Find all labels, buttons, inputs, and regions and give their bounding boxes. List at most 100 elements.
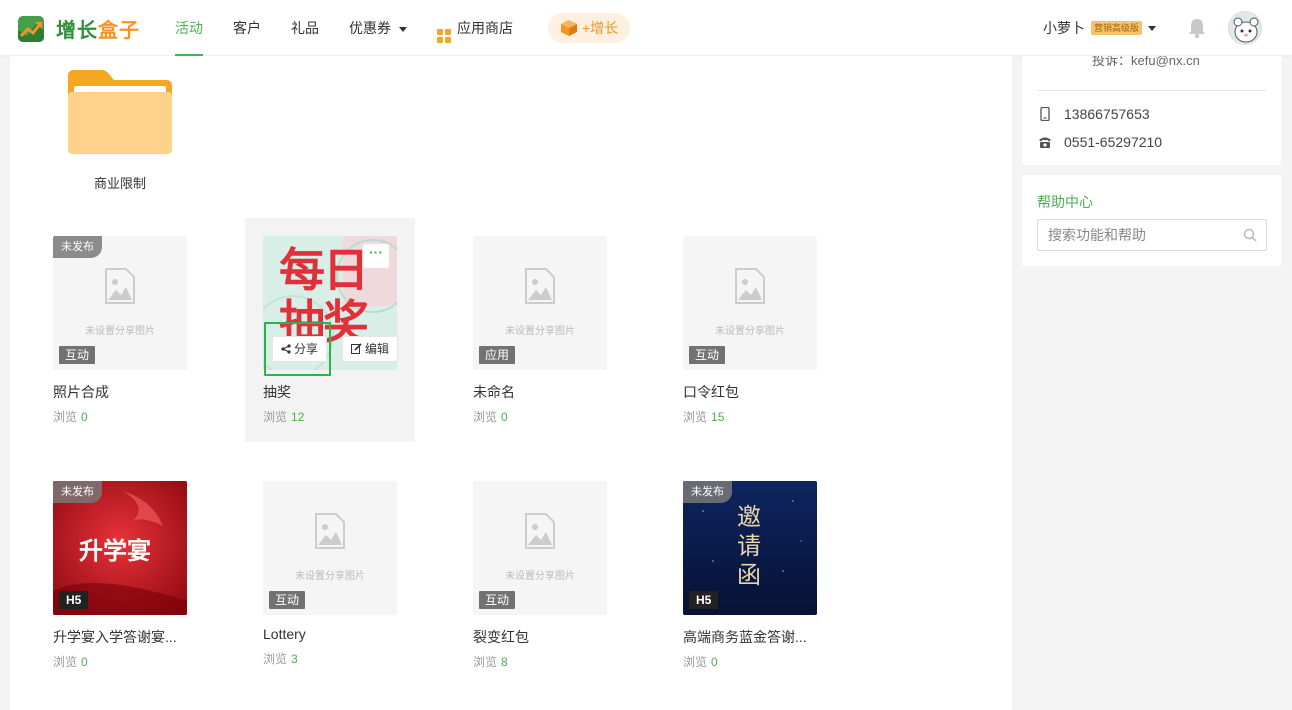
card-title: 升学宴入学答谢宴...: [53, 629, 177, 645]
card-stats: 浏览 3: [263, 650, 298, 667]
nav-app-store-label: 应用商店: [457, 20, 513, 36]
activity-card[interactable]: 未设置分享图片 互动 口令红包 浏览 15: [665, 218, 835, 442]
brand-name-part2: 盒子: [98, 20, 140, 42]
no-share-image-text: 未设置分享图片: [85, 326, 155, 337]
unpublished-badge: 未发布: [683, 481, 732, 503]
folder-icon: [68, 70, 172, 154]
help-center-title: 帮助中心: [1037, 194, 1093, 210]
image-placeholder-icon: [315, 513, 345, 549]
card-title: 未命名: [473, 384, 515, 400]
card-stats: 浏览 8: [473, 653, 508, 670]
app-grid-icon: [437, 29, 451, 43]
user-menu-chevron-icon[interactable]: [1148, 25, 1156, 31]
grow-button[interactable]: +增长: [548, 13, 631, 43]
activity-card[interactable]: 每日 抽奖 ··· 分享 编辑 抽奖 浏览 12: [245, 218, 415, 442]
complaint-email: 投诉：kefu@nx.cn: [1092, 56, 1200, 68]
views-count: 0: [711, 655, 718, 669]
help-search-input[interactable]: [1037, 219, 1267, 251]
folder-label: 商业限制: [93, 176, 146, 191]
bell-icon[interactable]: [1186, 17, 1208, 39]
card-thumbnail: 未设置分享图片 未发布 互动: [53, 236, 187, 370]
activity-card[interactable]: 未设置分享图片 互动 裂变红包 浏览 8: [455, 463, 625, 687]
views-label: 浏览: [683, 655, 708, 669]
plan-badge: 营销高级版: [1090, 21, 1142, 35]
card-stats: 浏览 0: [53, 408, 88, 425]
card-thumbnail: 邀请函 未发布 H5: [683, 481, 817, 615]
brand-name-part1: 增长: [56, 20, 98, 42]
brand-logo[interactable]: 增长盒子: [18, 14, 140, 43]
views-label: 浏览: [683, 410, 708, 424]
card-title: 照片合成: [53, 384, 109, 400]
card-thumbnail: 未设置分享图片 互动: [263, 481, 397, 615]
card-stats: 浏览 12: [263, 408, 304, 425]
nav-gifts[interactable]: 礼品: [276, 0, 334, 56]
views-label: 浏览: [263, 652, 288, 666]
type-badge: 互动: [479, 591, 516, 609]
views-label: 浏览: [263, 410, 288, 424]
box-icon: [561, 20, 577, 36]
card-title: 高端商务蓝金答谢...: [683, 629, 807, 645]
image-placeholder-icon: [735, 268, 765, 304]
card-title: 口令红包: [683, 384, 739, 400]
views-label: 浏览: [473, 410, 498, 424]
phone-number: 0551-65297210: [1064, 134, 1163, 150]
type-badge: 互动: [689, 346, 726, 364]
nav-coupons-label: 优惠券: [349, 20, 391, 36]
no-share-image-text: 未设置分享图片: [715, 326, 785, 337]
views-count: 0: [81, 655, 88, 669]
main-nav: 活动 客户 礼品 优惠券 应用商店 +增长: [160, 0, 631, 56]
views-count: 0: [501, 410, 508, 424]
card-thumbnail: 未设置分享图片 互动: [473, 481, 607, 615]
views-label: 浏览: [53, 655, 78, 669]
help-center-card: 帮助中心: [1022, 175, 1281, 266]
mobile-phone-icon: [1040, 107, 1050, 121]
more-options-button[interactable]: ···: [363, 244, 389, 268]
activity-card[interactable]: 未设置分享图片 未发布 互动 照片合成 浏览 0: [35, 218, 205, 442]
unpublished-badge: 未发布: [53, 481, 102, 503]
image-placeholder-icon: [525, 513, 555, 549]
nav-coupons[interactable]: 优惠券: [334, 0, 422, 56]
card-title: 裂变红包: [473, 629, 529, 645]
nav-app-store[interactable]: 应用商店: [422, 0, 528, 56]
no-share-image-text: 未设置分享图片: [505, 326, 575, 337]
image-placeholder-icon: [105, 268, 135, 304]
activity-list-panel: 商业限制 未设置分享图片 未发布 互动 照片合成 浏览 0 每日 抽奖 ··· …: [10, 56, 1012, 710]
telephone-icon: [1039, 137, 1051, 148]
no-share-image-text: 未设置分享图片: [295, 571, 365, 582]
card-stats: 浏览 0: [683, 653, 718, 670]
no-share-image-text: 未设置分享图片: [505, 571, 575, 582]
type-badge: H5: [689, 591, 719, 609]
edit-button[interactable]: 编辑: [342, 336, 399, 362]
divider: [1037, 90, 1266, 91]
cover-text-top: 每日: [279, 244, 369, 296]
edit-icon: [351, 343, 362, 354]
views-count: 3: [291, 652, 298, 666]
chevron-down-icon: [399, 26, 407, 32]
cover-text: 邀请函: [737, 503, 761, 589]
nav-customers[interactable]: 客户: [218, 0, 276, 56]
avatar[interactable]: [1228, 11, 1262, 45]
folder-item[interactable]: 商业限制: [68, 68, 172, 192]
brand-name: 增长盒子: [56, 14, 140, 43]
search-icon[interactable]: [1243, 228, 1257, 242]
card-thumbnail: 升学宴 未发布 H5: [53, 481, 187, 615]
activity-card[interactable]: 升学宴 未发布 H5 升学宴入学答谢宴... 浏览 0: [35, 463, 205, 687]
cover-text: 升学宴: [79, 536, 151, 565]
user-name[interactable]: 小萝卜: [1043, 18, 1085, 38]
mobile-contact: 13866757653: [1038, 106, 1150, 122]
views-count: 12: [291, 410, 305, 424]
growth-logo-icon: [18, 15, 44, 42]
activity-card[interactable]: 邀请函 未发布 H5 高端商务蓝金答谢... 浏览 0: [665, 463, 835, 687]
phone-contact: 0551-65297210: [1038, 134, 1162, 150]
mobile-number: 13866757653: [1064, 106, 1150, 122]
views-label: 浏览: [53, 410, 78, 424]
edit-button-label: 编辑: [365, 342, 390, 356]
activity-card[interactable]: 未设置分享图片 互动 Lottery 浏览 3: [245, 463, 415, 687]
activity-card[interactable]: 未设置分享图片 应用 未命名 浏览 0: [455, 218, 625, 442]
card-thumbnail: 未设置分享图片 互动: [683, 236, 817, 370]
card-stats: 浏览 0: [473, 408, 508, 425]
user-area: 小萝卜 营销高级版: [1043, 0, 1292, 56]
nav-activities[interactable]: 活动: [160, 0, 218, 56]
focus-highlight: [264, 322, 331, 376]
card-title: Lottery: [263, 626, 306, 642]
